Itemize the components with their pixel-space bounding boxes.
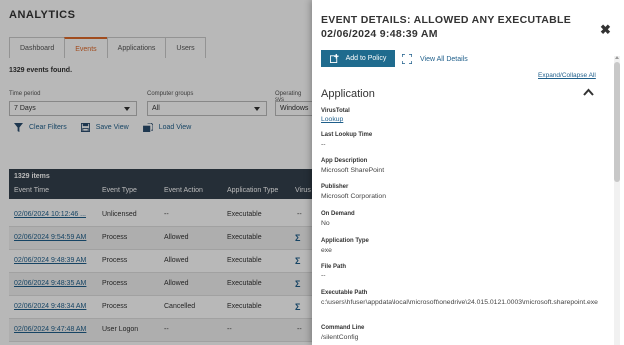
field-value-application-type: exe [321,247,332,254]
event-details-panel: EVENT DETAILS: ALLOWED ANY EXECUTABLE 02… [312,0,624,345]
field-label-publisher: Publisher [321,184,349,190]
close-icon[interactable]: ✖ [600,22,611,38]
add-to-policy-label: Add to Policy [345,55,387,62]
view-all-details-button[interactable]: View All Details [402,54,468,64]
panel-scrollbar[interactable] [614,56,620,345]
virustotal-lookup-link[interactable]: Lookup [321,115,603,124]
expand-icon [402,54,412,64]
expand-collapse-all-link[interactable]: Expand/Collapse All [538,72,596,79]
field-label-virustotal: VirusTotal [321,108,350,114]
chevron-up-icon[interactable] [583,88,594,96]
modal-overlay[interactable] [0,0,312,345]
field-value-publisher: Microsoft Corporation [321,193,386,200]
field-value-on-demand: No [321,220,330,227]
add-to-policy-button[interactable]: Add to Policy [321,50,395,67]
field-value-last-lookup-time: -- [321,141,326,148]
field-label-file-path: File Path [321,264,347,270]
field-value-command-line: /silentConfig [321,334,359,341]
section-title-application: Application [321,88,375,100]
add-policy-icon [329,54,339,63]
field-value-executable-path: c:\users\hfuser\appdata\local\microsoft\… [321,299,598,306]
field-label-on-demand: On Demand [321,211,355,217]
scrollbar-thumb[interactable] [614,62,620,182]
view-all-details-label: View All Details [420,55,468,63]
scroll-up-arrow-icon[interactable] [615,56,619,59]
field-label-executable-path: Executable Path [321,290,368,296]
field-label-command-line: Command Line [321,325,365,331]
field-label-application-type: Application Type [321,238,369,244]
field-label-last-lookup-time: Last Lookup Time [321,132,373,138]
field-value-file-path: -- [321,272,326,279]
field-value-app-description: Microsoft SharePoint [321,167,385,174]
field-label-app-description: App Description [321,158,368,164]
panel-title: EVENT DETAILS: ALLOWED ANY EXECUTABLE 02… [321,14,572,40]
